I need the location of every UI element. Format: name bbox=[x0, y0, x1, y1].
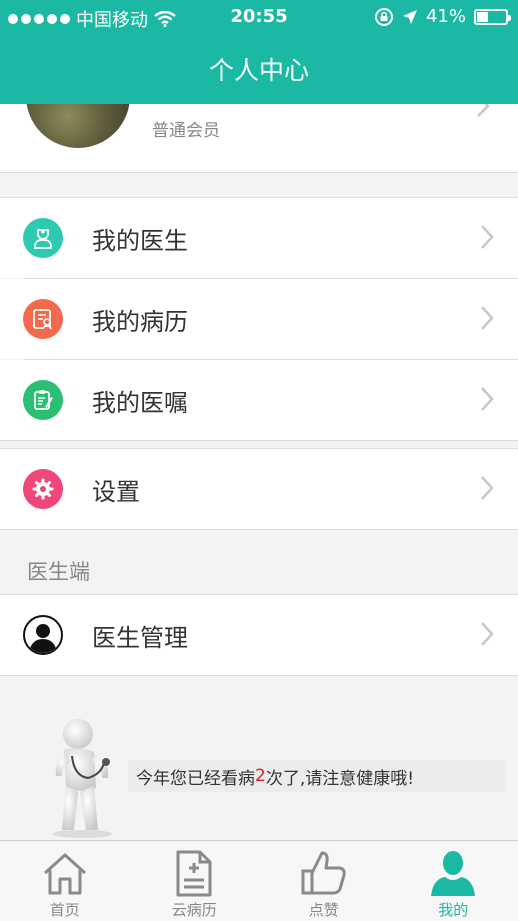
chevron-right-icon bbox=[480, 386, 494, 412]
user-icon bbox=[429, 849, 477, 897]
medical-record-icon bbox=[23, 299, 63, 339]
battery-icon bbox=[474, 9, 508, 25]
tab-label: 云病历 bbox=[172, 899, 217, 920]
battery-percent: 41% bbox=[426, 6, 466, 27]
menu-label: 设置 bbox=[92, 472, 140, 507]
location-arrow-icon bbox=[402, 9, 418, 25]
doctor-figure-illustration bbox=[44, 716, 124, 838]
menu-item-settings[interactable]: 设置 bbox=[0, 449, 518, 529]
menu-item-my-doctor[interactable]: 我的医生 bbox=[0, 198, 518, 278]
tab-cloud-records[interactable]: 云病历 bbox=[130, 841, 260, 921]
tip-prefix: 今年您已经看病 bbox=[136, 764, 255, 789]
chevron-right-icon bbox=[480, 224, 494, 250]
tab-home[interactable]: 首页 bbox=[0, 841, 130, 921]
tab-bar: 首页 云病历 点赞 我的 bbox=[0, 840, 518, 921]
section-title-doctor: 医生端 bbox=[27, 556, 90, 586]
menu-item-my-orders[interactable]: 我的医嘱 bbox=[0, 360, 518, 440]
member-level: 普通会员 bbox=[152, 116, 220, 141]
cloud-record-icon bbox=[170, 849, 218, 897]
gear-icon bbox=[23, 469, 63, 509]
tab-label: 首页 bbox=[50, 899, 80, 920]
rotation-lock-icon bbox=[374, 7, 394, 27]
tab-label: 我的 bbox=[438, 899, 468, 920]
status-right: 41% bbox=[374, 6, 508, 27]
home-icon bbox=[41, 849, 89, 897]
menu-label: 我的医生 bbox=[92, 221, 188, 256]
tab-label: 点赞 bbox=[309, 899, 339, 920]
avatar[interactable] bbox=[26, 104, 130, 148]
chevron-right-icon bbox=[480, 305, 494, 331]
tip-suffix: 次了,请注意健康哦! bbox=[266, 764, 414, 789]
status-bar: 中国移动 20:55 41% bbox=[0, 0, 518, 34]
doctor-avatar-icon bbox=[23, 615, 63, 655]
menu-label: 我的病历 bbox=[92, 302, 188, 337]
visit-count-tip: 今年您已经看病2次了,请注意健康哦! bbox=[128, 760, 506, 792]
prescription-icon bbox=[23, 380, 63, 420]
visit-count: 2 bbox=[255, 766, 266, 786]
nav-bar: 个人中心 bbox=[0, 34, 518, 104]
thumbs-up-icon bbox=[300, 849, 348, 897]
menu-label: 医生管理 bbox=[92, 618, 188, 653]
chevron-right-icon bbox=[476, 104, 490, 118]
tab-mine[interactable]: 我的 bbox=[389, 841, 518, 921]
chevron-right-icon bbox=[480, 621, 494, 647]
menu-label: 我的医嘱 bbox=[92, 383, 188, 418]
profile-card[interactable]: 普通会员 bbox=[0, 104, 518, 173]
tab-likes[interactable]: 点赞 bbox=[259, 841, 389, 921]
menu-item-my-records[interactable]: 我的病历 bbox=[0, 279, 518, 359]
chevron-right-icon bbox=[480, 475, 494, 501]
menu-item-doctor-management[interactable]: 医生管理 bbox=[0, 595, 518, 675]
page-title: 个人中心 bbox=[209, 51, 309, 87]
doctor-icon bbox=[23, 218, 63, 258]
